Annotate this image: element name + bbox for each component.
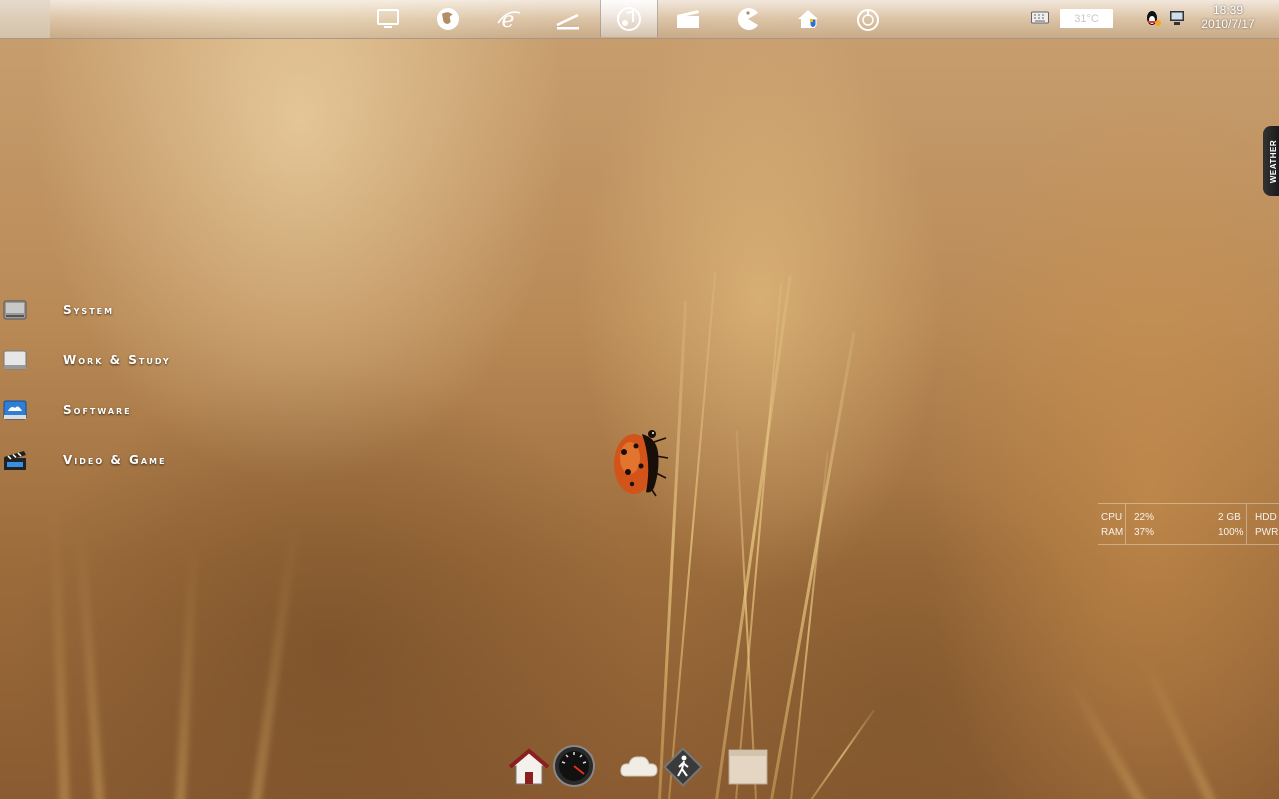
house-icon[interactable]: [508, 746, 550, 788]
cpu-label: CPU: [1101, 512, 1123, 523]
home-shield-icon: [798, 9, 818, 28]
network-icon[interactable]: [1168, 9, 1186, 27]
corner-block: [0, 0, 50, 38]
monitor-button[interactable]: [360, 0, 416, 37]
firefox-icon: [437, 7, 459, 30]
home-shield-button[interactable]: [780, 0, 836, 37]
monitor-icon: [377, 8, 399, 28]
hdd-value: 2 GB: [1218, 512, 1241, 523]
grass-blur: [74, 520, 105, 799]
cpu-value: 22%: [1134, 512, 1155, 523]
speedometer-icon[interactable]: [552, 744, 596, 788]
grass-blur: [250, 522, 301, 799]
weather-temperature[interactable]: 31°C: [1060, 9, 1113, 28]
keyboard-icon[interactable]: [1031, 11, 1049, 24]
clapperboard-icon: [677, 9, 699, 28]
menu-item-software[interactable]: Software: [3, 396, 130, 424]
grass-stalk: [715, 274, 792, 799]
pen-button[interactable]: [540, 0, 596, 37]
ram-value: 37%: [1134, 527, 1155, 538]
pen-icon: [556, 13, 579, 29]
pacman-icon: [737, 7, 758, 30]
menu-item-work-study[interactable]: Work & Study: [3, 346, 169, 374]
menu-item-system[interactable]: System: [3, 296, 112, 324]
disk-drive-icon: [3, 300, 27, 320]
ie-button[interactable]: e: [480, 0, 536, 37]
clock-date: 2010/7/17: [1201, 17, 1255, 31]
ladybug-image: [614, 430, 669, 497]
clock-time: 18:39: [1212, 3, 1244, 17]
menu-label-video-game: Video & Game: [63, 453, 167, 467]
grass-stalk: [735, 430, 757, 799]
grass-blur: [1065, 677, 1150, 799]
hdd-label: HDD: [1255, 512, 1277, 523]
grass-stalk: [658, 300, 688, 799]
system-clock[interactable]: 18:39 2010/7/17: [1195, 3, 1261, 31]
grass-stalk: [668, 271, 717, 799]
menu-label-software: Software: [63, 403, 132, 417]
menu-label-work-study: Work & Study: [63, 353, 171, 367]
desktop: e 31°C 18:39 2010/7/17 WEATHER System Wo…: [0, 0, 1279, 799]
weather-tab[interactable]: WEATHER: [1263, 126, 1279, 196]
walking-sign-icon[interactable]: [662, 746, 704, 788]
system-monitor: CPU 22% RAM 37% 2 GB 100% HDD PWR: [1098, 503, 1279, 545]
firefox-button[interactable]: [420, 0, 476, 37]
ram-label: RAM: [1101, 527, 1124, 538]
grass-stalk: [790, 451, 829, 799]
weather-tab-label: WEATHER: [1269, 139, 1279, 183]
pwr-label: PWR: [1255, 527, 1279, 538]
internet-explorer-icon: e: [497, 8, 521, 33]
power-icon: [857, 8, 879, 31]
software-drive-icon: [3, 400, 27, 420]
game-button[interactable]: [720, 0, 776, 37]
clapperboard-icon: [4, 451, 26, 470]
grass-stalk: [770, 331, 856, 799]
cloud-icon[interactable]: [618, 748, 660, 784]
top-taskbar: e 31°C 18:39 2010/7/17: [0, 0, 1279, 39]
grass-blur: [175, 540, 200, 799]
music-icon: [617, 6, 641, 31]
power-button[interactable]: [840, 0, 896, 37]
video-button[interactable]: [660, 0, 716, 37]
grass-blur: [1138, 653, 1220, 799]
document-drive-icon: [3, 350, 27, 370]
music-button[interactable]: [600, 0, 658, 37]
menu-item-video-game[interactable]: Video & Game: [3, 446, 164, 474]
menu-label-system: System: [63, 303, 115, 317]
qq-penguin-icon[interactable]: [1144, 9, 1162, 27]
grass-stalk: [810, 709, 875, 799]
box-icon[interactable]: [726, 746, 770, 786]
pwr-value: 100%: [1218, 527, 1244, 538]
grass-blur: [49, 510, 70, 799]
